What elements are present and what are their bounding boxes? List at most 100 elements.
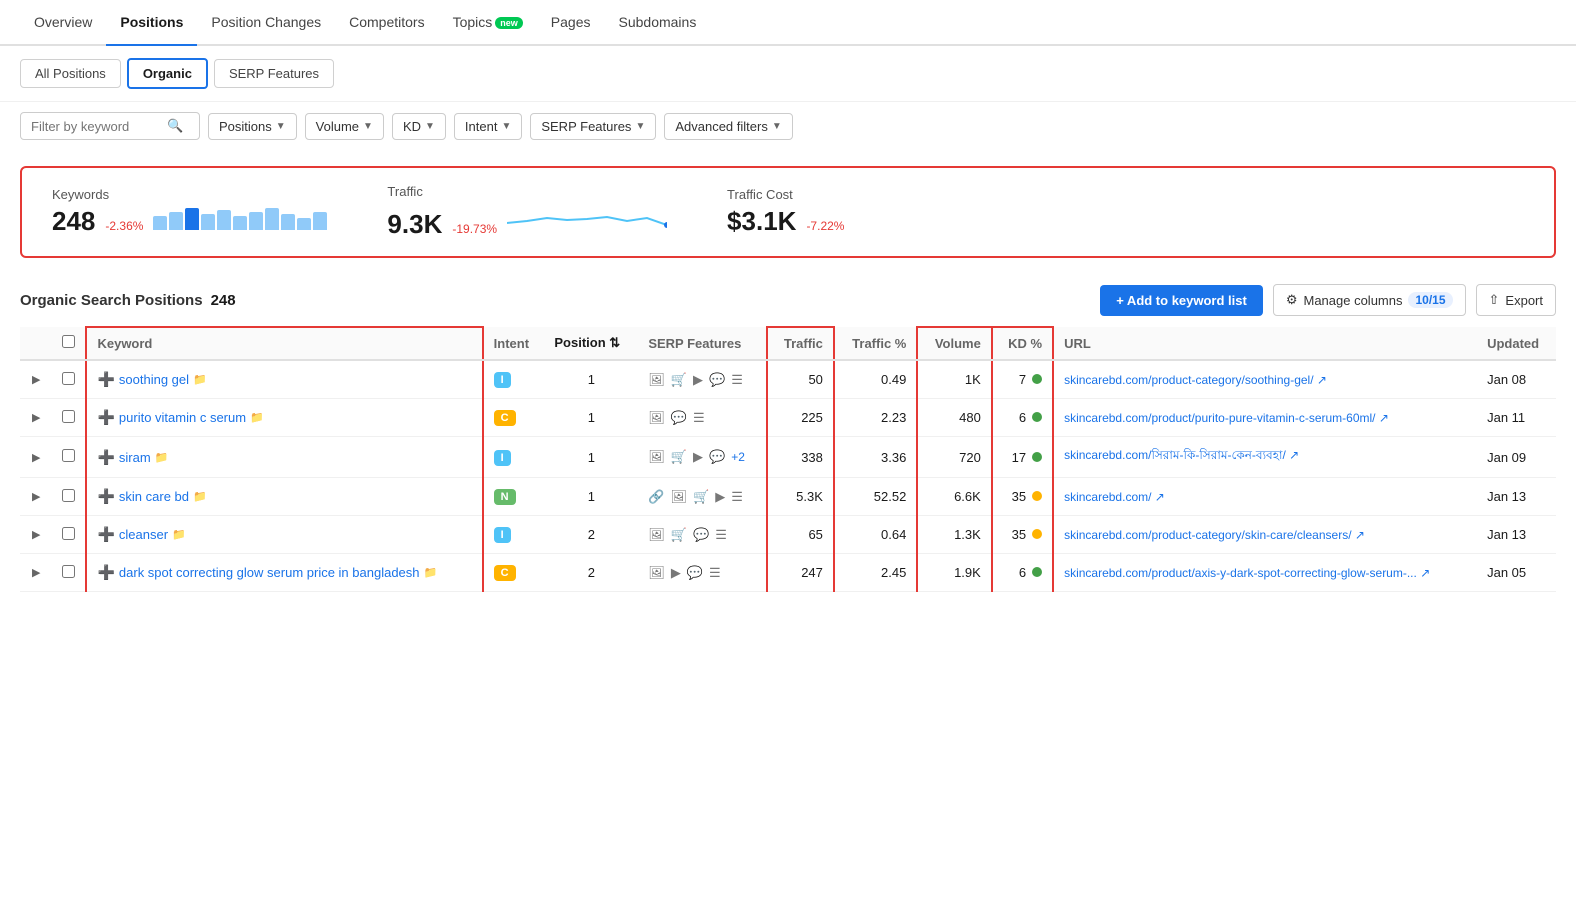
nav-overview[interactable]: Overview xyxy=(20,0,106,44)
expand-button[interactable]: ▶ xyxy=(30,488,42,505)
url-link[interactable]: skincarebd.com/product-category/soothing… xyxy=(1064,373,1467,387)
th-checkbox xyxy=(52,327,86,360)
add-to-keyword-list-button[interactable]: + Add to keyword list xyxy=(1100,285,1263,316)
expand-button[interactable]: ▶ xyxy=(30,449,42,466)
row-position: 1 xyxy=(544,437,638,478)
nav-positions[interactable]: Positions xyxy=(106,0,197,46)
serp-icon-video: ▶ xyxy=(715,489,725,505)
th-position[interactable]: Position ⇅ xyxy=(544,327,638,360)
row-traffic: 247 xyxy=(767,554,834,592)
table-section: Organic Search Positions 248 + Add to ke… xyxy=(20,274,1556,592)
url-link[interactable]: skincarebd.com/product/purito-pure-vitam… xyxy=(1064,411,1467,425)
nav-topics[interactable]: Topicsnew xyxy=(439,0,537,44)
row-checkbox[interactable] xyxy=(52,478,86,516)
row-expand[interactable]: ▶ xyxy=(20,399,52,437)
row-updated: Jan 09 xyxy=(1477,437,1556,478)
search-input[interactable] xyxy=(31,119,161,134)
row-url: skincarebd.com/ ↗ xyxy=(1053,478,1477,516)
expand-button[interactable]: ▶ xyxy=(30,409,42,426)
row-expand[interactable]: ▶ xyxy=(20,554,52,592)
row-checkbox[interactable] xyxy=(52,399,86,437)
expand-button[interactable]: ▶ xyxy=(30,526,42,543)
chevron-down-icon: ▼ xyxy=(772,121,782,132)
kd-indicator xyxy=(1032,491,1042,501)
url-link[interactable]: skincarebd.com/ ↗ xyxy=(1064,490,1467,504)
keyword-link[interactable]: ➕ skin care bd 📁 xyxy=(97,488,471,505)
keyword-history-icon: 📁 xyxy=(193,373,207,386)
serp-features-filter[interactable]: SERP Features ▼ xyxy=(530,113,656,140)
row-checkbox[interactable] xyxy=(52,437,86,478)
row-select-checkbox[interactable] xyxy=(62,565,75,578)
expand-button[interactable]: ▶ xyxy=(30,371,42,388)
row-updated: Jan 08 xyxy=(1477,360,1556,399)
serp-icon-link: 🔗 xyxy=(648,489,664,505)
nav-competitors[interactable]: Competitors xyxy=(335,0,438,44)
row-volume: 480 xyxy=(917,399,991,437)
row-url: skincarebd.com/product/axis-y-dark-spot-… xyxy=(1053,554,1477,592)
keyword-link[interactable]: ➕ soothing gel 📁 xyxy=(97,371,471,388)
keyword-link[interactable]: ➕ purito vitamin c serum 📁 xyxy=(97,409,471,426)
url-link[interactable]: skincarebd.com/product/axis-y-dark-spot-… xyxy=(1064,566,1467,580)
url-link[interactable]: skincarebd.com/সিরাম-কি-সিরাম-কেন-ব্যবহা… xyxy=(1064,447,1467,467)
row-checkbox[interactable] xyxy=(52,554,86,592)
nav-subdomains[interactable]: Subdomains xyxy=(605,0,711,44)
kd-filter[interactable]: KD ▼ xyxy=(392,113,446,140)
row-position: 2 xyxy=(544,516,638,554)
keyword-link[interactable]: ➕ cleanser 📁 xyxy=(97,526,471,543)
add-keyword-icon: ➕ xyxy=(97,526,114,543)
row-volume: 1.9K xyxy=(917,554,991,592)
row-serp-features: 🖼🛒▶💬☰ xyxy=(638,360,767,399)
add-keyword-icon: ➕ xyxy=(97,488,114,505)
url-link[interactable]: skincarebd.com/product-category/skin-car… xyxy=(1064,528,1467,542)
volume-filter[interactable]: Volume ▼ xyxy=(305,113,384,140)
positions-table: Keyword Intent Position ⇅ SERP Features … xyxy=(20,326,1556,592)
row-select-checkbox[interactable] xyxy=(62,527,75,540)
row-expand[interactable]: ▶ xyxy=(20,478,52,516)
row-intent: C xyxy=(483,554,545,592)
tab-organic[interactable]: Organic xyxy=(127,58,208,89)
kd-indicator xyxy=(1032,529,1042,539)
expand-button[interactable]: ▶ xyxy=(30,564,42,581)
keyword-history-icon: 📁 xyxy=(155,451,169,464)
select-all-checkbox[interactable] xyxy=(62,335,75,348)
tab-all-positions[interactable]: All Positions xyxy=(20,59,121,88)
row-expand[interactable]: ▶ xyxy=(20,437,52,478)
table-row: ▶ ➕ cleanser 📁 I 2 🖼🛒💬☰ 65 0.64 1.3K 35 … xyxy=(20,516,1556,554)
th-intent: Intent xyxy=(483,327,545,360)
row-expand[interactable]: ▶ xyxy=(20,516,52,554)
row-select-checkbox[interactable] xyxy=(62,372,75,385)
keyword-link[interactable]: ➕ siram 📁 xyxy=(97,449,471,466)
top-navigation: Overview Positions Position Changes Comp… xyxy=(0,0,1576,46)
row-checkbox[interactable] xyxy=(52,516,86,554)
nav-pages[interactable]: Pages xyxy=(537,0,605,44)
row-serp-features: 🖼▶💬☰ xyxy=(638,554,767,592)
advanced-filters[interactable]: Advanced filters ▼ xyxy=(664,113,792,140)
table-row: ▶ ➕ skin care bd 📁 N 1 🔗🖼🛒▶☰ 5.3K 52.52 … xyxy=(20,478,1556,516)
export-icon: ⇧ xyxy=(1489,292,1500,308)
row-checkbox[interactable] xyxy=(52,360,86,399)
table-row: ▶ ➕ purito vitamin c serum 📁 C 1 🖼💬☰ 225… xyxy=(20,399,1556,437)
keyword-link[interactable]: ➕ dark spot correcting glow serum price … xyxy=(97,564,471,581)
intent-filter[interactable]: Intent ▼ xyxy=(454,113,522,140)
table-header: Organic Search Positions 248 + Add to ke… xyxy=(20,274,1556,326)
row-volume: 1K xyxy=(917,360,991,399)
row-volume: 1.3K xyxy=(917,516,991,554)
tab-serp-features[interactable]: SERP Features xyxy=(214,59,334,88)
table-row: ▶ ➕ siram 📁 I 1 🖼🛒▶💬+2 338 3.36 720 17 s… xyxy=(20,437,1556,478)
row-select-checkbox[interactable] xyxy=(62,489,75,502)
export-button[interactable]: ⇧ Export xyxy=(1476,284,1556,316)
row-select-checkbox[interactable] xyxy=(62,410,75,423)
row-url: skincarebd.com/product/purito-pure-vitam… xyxy=(1053,399,1477,437)
chevron-down-icon: ▼ xyxy=(363,121,373,132)
positions-filter[interactable]: Positions ▼ xyxy=(208,113,297,140)
row-position: 1 xyxy=(544,399,638,437)
nav-position-changes[interactable]: Position Changes xyxy=(197,0,335,44)
row-select-checkbox[interactable] xyxy=(62,449,75,462)
th-traffic-pct: Traffic % xyxy=(834,327,917,360)
manage-columns-button[interactable]: ⚙ Manage columns 10/15 xyxy=(1273,284,1466,316)
row-expand[interactable]: ▶ xyxy=(20,360,52,399)
summary-box: Keywords 248 -2.36% Traffic 9.3K -19.7 xyxy=(20,166,1556,258)
gear-icon: ⚙ xyxy=(1286,292,1298,308)
keywords-label: Keywords xyxy=(52,187,327,202)
add-keyword-icon: ➕ xyxy=(97,409,114,426)
